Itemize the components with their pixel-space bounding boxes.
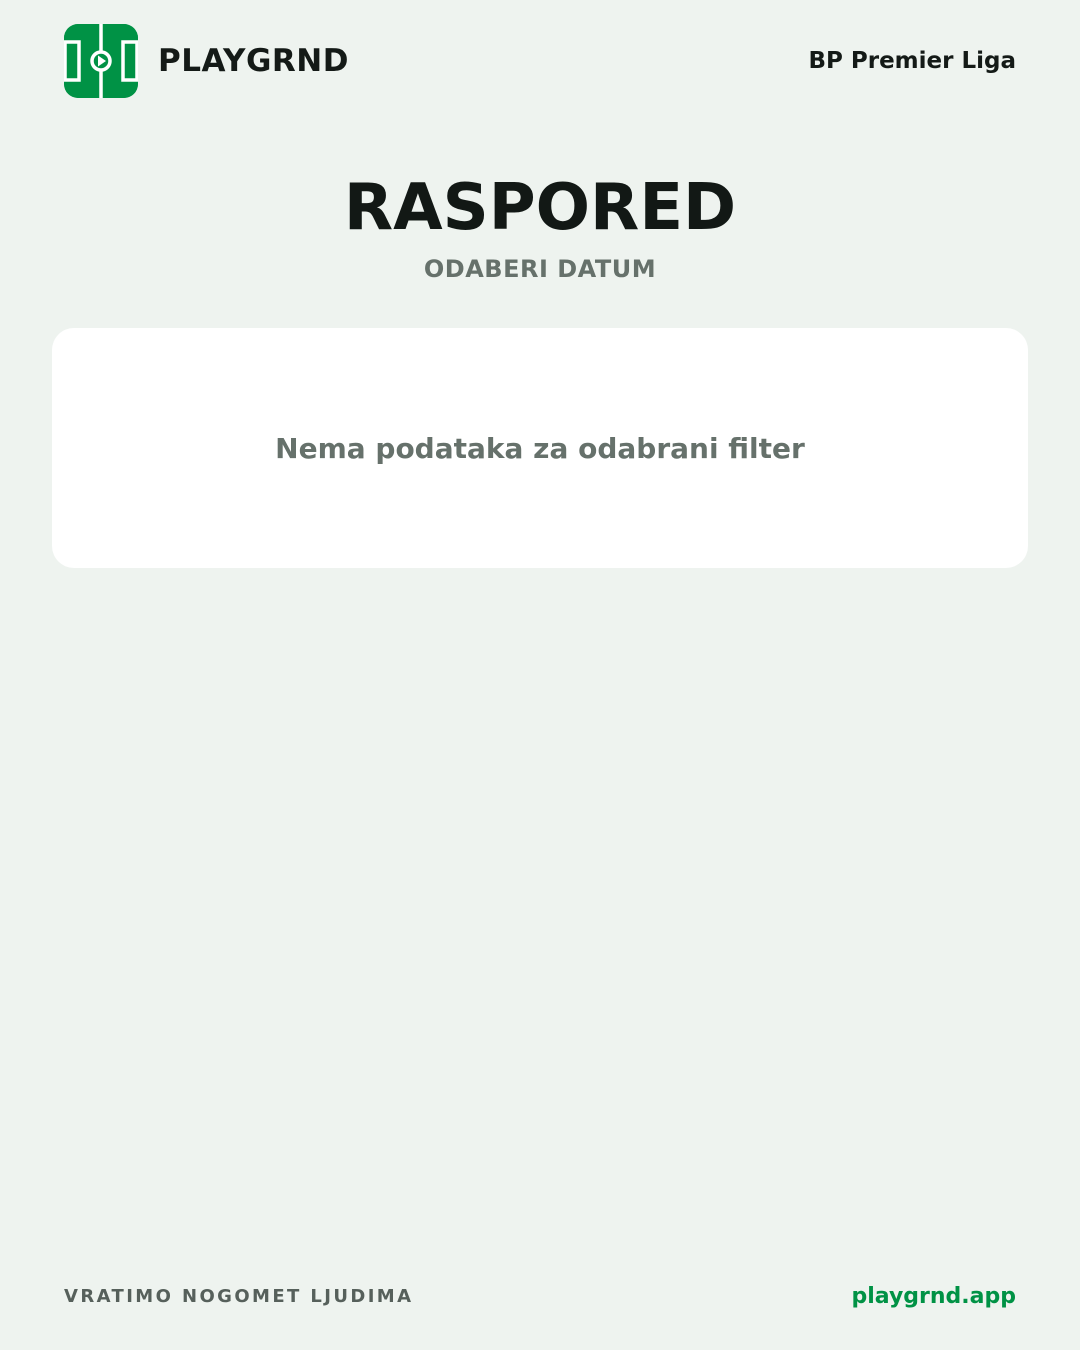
empty-state-message: Nema podataka za odabrani filter bbox=[275, 431, 805, 465]
brand-name: PLAYGRND bbox=[158, 43, 349, 79]
brand[interactable]: PLAYGRND bbox=[64, 24, 349, 98]
footer-tagline: VRATIMO NOGOMET LJUDIMA bbox=[64, 1285, 414, 1307]
schedule-card: Nema podataka za odabrani filter bbox=[52, 328, 1028, 568]
schedule-page: PLAYGRND BP Premier Liga RASPORED ODABER… bbox=[0, 0, 1080, 1350]
select-date-button[interactable]: ODABERI DATUM bbox=[0, 252, 1080, 286]
football-pitch-play-icon bbox=[64, 24, 138, 98]
header: PLAYGRND BP Premier Liga bbox=[64, 24, 1016, 98]
page-title: RASPORED bbox=[343, 171, 737, 245]
footer: VRATIMO NOGOMET LJUDIMA playgrnd.app bbox=[64, 1278, 1016, 1314]
site-link[interactable]: playgrnd.app bbox=[851, 1284, 1016, 1309]
league-name: BP Premier Liga bbox=[808, 48, 1016, 74]
